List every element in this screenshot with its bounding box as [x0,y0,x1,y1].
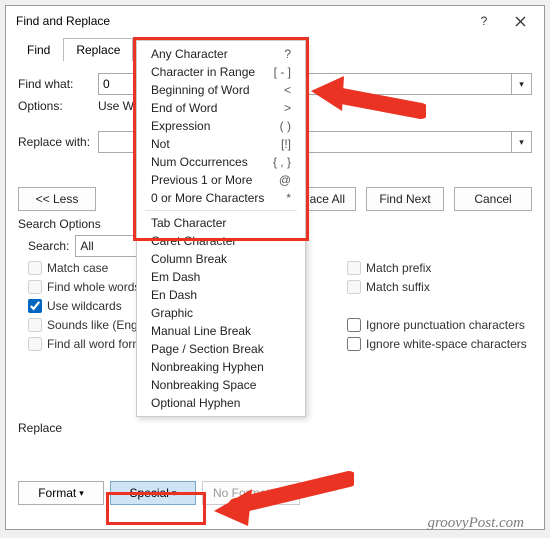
special-button[interactable]: Special▾ [110,481,196,505]
tab-replace[interactable]: Replace [63,38,133,61]
find-what-label: Find what: [18,77,98,91]
title-bar: Find and Replace ? [6,6,544,36]
ignore-whitespace-checkbox[interactable]: Ignore white-space characters [347,337,527,351]
special-menu-item[interactable]: End of Word> [137,99,305,117]
options-label: Options: [18,99,98,113]
replace-with-dropdown[interactable]: ▾ [512,131,532,153]
tab-find[interactable]: Find [14,38,63,61]
special-menu-item[interactable]: Nonbreaking Hyphen [137,358,305,376]
dialog-title: Find and Replace [16,14,466,28]
special-menu: Any Character?Character in Range[ - ]Beg… [136,40,306,417]
special-menu-item[interactable]: Not[!] [137,135,305,153]
replace-with-label: Replace with: [18,135,98,149]
special-menu-item[interactable]: Character in Range[ - ] [137,63,305,81]
watermark: groovyPost.com [427,515,524,532]
special-menu-item[interactable]: Num Occurrences{ , } [137,153,305,171]
help-button[interactable]: ? [466,7,502,35]
special-menu-item[interactable]: Page / Section Break [137,340,305,358]
special-menu-item[interactable]: Manual Line Break [137,322,305,340]
replace-section-header: Replace [18,421,532,435]
special-menu-item[interactable]: Column Break [137,250,305,268]
match-prefix-checkbox[interactable]: Match prefix [347,261,527,275]
special-menu-item[interactable]: Graphic [137,304,305,322]
close-button[interactable] [502,7,538,35]
special-menu-item[interactable]: Expression( ) [137,117,305,135]
format-button[interactable]: Format▾ [18,481,104,505]
cancel-button[interactable]: Cancel [454,187,532,211]
special-menu-item[interactable]: Nonbreaking Space [137,376,305,394]
find-what-dropdown[interactable]: ▾ [512,73,532,95]
match-suffix-checkbox[interactable]: Match suffix [347,280,527,294]
find-replace-dialog: Find and Replace ? Find Replace Find wha… [5,5,545,530]
special-menu-item[interactable]: Caret Character [137,232,305,250]
less-button[interactable]: << Less [18,187,96,211]
special-menu-item[interactable]: Optional Hyphen [137,394,305,412]
special-menu-item[interactable]: 0 or More Characters* [137,189,305,207]
find-next-button[interactable]: Find Next [366,187,444,211]
special-menu-item[interactable]: Tab Character [137,214,305,232]
special-menu-item[interactable]: Previous 1 or More@ [137,171,305,189]
special-menu-item[interactable]: Any Character? [137,45,305,63]
search-direction-value: All [80,239,93,253]
no-formatting-button[interactable]: No Formatting [202,481,300,505]
ignore-punctuation-checkbox[interactable]: Ignore punctuation characters [347,318,527,332]
special-menu-item[interactable]: Em Dash [137,268,305,286]
special-menu-item[interactable]: En Dash [137,286,305,304]
special-menu-item[interactable]: Beginning of Word< [137,81,305,99]
search-direction-label: Search: [28,239,69,253]
